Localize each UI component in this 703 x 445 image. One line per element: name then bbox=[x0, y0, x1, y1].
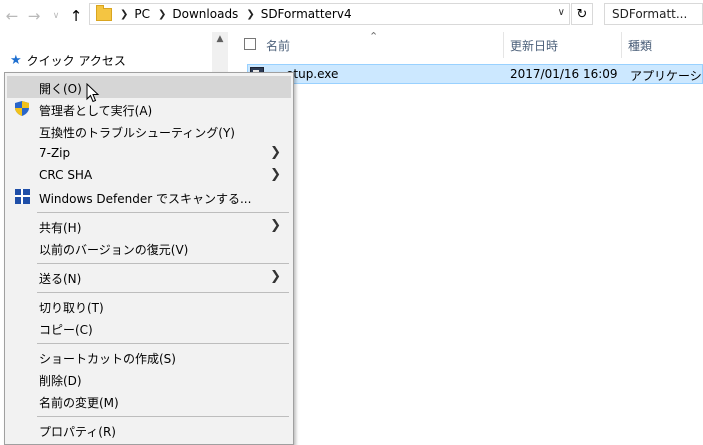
column-header-date[interactable]: 更新日時 bbox=[510, 37, 558, 54]
file-list: 名前 ⌃ 更新日時 種類 etup.exe 2017/01/16 16:09 ア… bbox=[229, 30, 703, 445]
submenu-arrow-icon: ❯ bbox=[270, 218, 281, 233]
search-placeholder: SDFormatt... bbox=[612, 7, 688, 21]
menu-item-label: 管理者として実行(A) bbox=[39, 104, 153, 118]
menu-item-label: 送る(N) bbox=[39, 272, 82, 286]
menu-item-copy[interactable]: コピー(C) bbox=[7, 317, 291, 339]
menu-item-create-shortcut[interactable]: ショートカットの作成(S) bbox=[7, 346, 291, 368]
back-arrow-icon[interactable]: ← bbox=[2, 6, 22, 26]
menu-item-delete[interactable]: 削除(D) bbox=[7, 368, 291, 390]
menu-item-compat-troubleshoot[interactable]: 互換性のトラブルシューティング(Y) bbox=[7, 120, 291, 142]
menu-item-cut[interactable]: 切り取り(T) bbox=[7, 295, 291, 317]
quick-access-label: クイック アクセス bbox=[26, 54, 126, 68]
mouse-cursor-icon bbox=[86, 83, 100, 103]
breadcrumb-chevron-icon[interactable]: ❯ bbox=[158, 9, 166, 20]
navigation-bar: ← → ∨ ↑ ❯ PC ❯ Downloads ❯ SDFormatterv4… bbox=[0, 0, 703, 32]
address-dropdown-icon[interactable]: ∨ bbox=[558, 7, 565, 18]
menu-item-label: ショートカットの作成(S) bbox=[39, 352, 176, 366]
menu-item-label: 以前のバージョンの復元(V) bbox=[39, 243, 189, 257]
folder-icon bbox=[96, 4, 112, 21]
menu-item-label: 7-Zip bbox=[39, 146, 71, 160]
menu-item-restore-previous[interactable]: 以前のバージョンの復元(V) bbox=[7, 237, 291, 259]
search-input[interactable]: SDFormatt... bbox=[604, 3, 703, 25]
menu-item-label: 共有(H) bbox=[39, 221, 82, 235]
menu-item-label: Windows Defender でスキャンする... bbox=[39, 192, 252, 206]
menu-item-label: コピー(C) bbox=[39, 323, 93, 337]
menu-separator bbox=[37, 292, 289, 293]
menu-separator bbox=[37, 263, 289, 264]
up-arrow-icon[interactable]: ↑ bbox=[66, 6, 86, 26]
menu-item-label: CRC SHA bbox=[39, 168, 93, 182]
menu-item-run-as-admin[interactable]: 管理者として実行(A) bbox=[7, 98, 291, 120]
quick-access-item[interactable]: ★ クイック アクセス bbox=[10, 52, 126, 69]
submenu-arrow-icon: ❯ bbox=[270, 269, 281, 284]
column-header-name[interactable]: 名前 bbox=[266, 37, 290, 54]
column-divider[interactable] bbox=[621, 32, 622, 58]
star-icon: ★ bbox=[10, 53, 22, 68]
menu-item-label: プロパティ(R) bbox=[39, 425, 116, 439]
breadcrumb-chevron-icon[interactable]: ❯ bbox=[246, 9, 254, 20]
menu-item-send-to[interactable]: 送る(N) ❯ bbox=[7, 266, 291, 288]
menu-item-properties[interactable]: プロパティ(R) bbox=[7, 419, 291, 441]
file-type: アプリケーション bbox=[630, 69, 703, 83]
menu-item-rename[interactable]: 名前の変更(M) bbox=[7, 390, 291, 412]
address-bar[interactable]: ❯ PC ❯ Downloads ❯ SDFormatterv4 ∨ bbox=[89, 3, 570, 25]
menu-separator bbox=[37, 343, 289, 344]
file-row[interactable]: etup.exe 2017/01/16 16:09 アプリケーション bbox=[247, 64, 703, 84]
column-divider[interactable] bbox=[503, 32, 504, 58]
menu-item-defender-scan[interactable]: Windows Defender でスキャンする... bbox=[7, 186, 291, 208]
column-header-row: 名前 ⌃ 更新日時 種類 bbox=[229, 30, 703, 58]
menu-item-crc-sha[interactable]: CRC SHA ❯ bbox=[7, 164, 291, 186]
refresh-icon[interactable]: ↻ bbox=[571, 3, 593, 25]
recent-locations-chevron-icon[interactable]: ∨ bbox=[46, 6, 66, 26]
menu-item-open[interactable]: 開く(O) bbox=[7, 76, 291, 98]
menu-separator bbox=[37, 212, 289, 213]
breadcrumb-pc[interactable]: PC bbox=[134, 7, 150, 21]
menu-item-label: 開く(O) bbox=[39, 82, 82, 96]
breadcrumb-chevron-icon[interactable]: ❯ bbox=[120, 9, 128, 20]
breadcrumb-downloads[interactable]: Downloads bbox=[172, 7, 238, 21]
menu-item-label: 削除(D) bbox=[39, 374, 82, 388]
windows-defender-icon bbox=[15, 189, 30, 204]
sort-ascending-icon: ⌃ bbox=[369, 30, 379, 43]
menu-item-label: 互換性のトラブルシューティング(Y) bbox=[39, 126, 235, 140]
menu-item-label: 名前の変更(M) bbox=[39, 396, 119, 410]
column-header-type[interactable]: 種類 bbox=[628, 37, 652, 54]
select-all-checkbox[interactable] bbox=[244, 38, 256, 50]
file-date: 2017/01/16 16:09 bbox=[510, 67, 618, 81]
menu-item-label: 切り取り(T) bbox=[39, 301, 104, 315]
submenu-arrow-icon: ❯ bbox=[270, 167, 281, 182]
menu-item-share[interactable]: 共有(H) ❯ bbox=[7, 215, 291, 237]
menu-separator bbox=[37, 416, 289, 417]
context-menu: 開く(O) 管理者として実行(A) 互換性のトラブルシューティング(Y) 7-Z… bbox=[4, 72, 294, 445]
menu-item-7zip[interactable]: 7-Zip ❯ bbox=[7, 142, 291, 164]
scroll-up-icon[interactable]: ▲ bbox=[212, 34, 228, 44]
breadcrumb-sdformatterv4[interactable]: SDFormatterv4 bbox=[261, 7, 352, 21]
forward-arrow-icon[interactable]: → bbox=[24, 6, 44, 26]
submenu-arrow-icon: ❯ bbox=[270, 145, 281, 160]
uac-shield-icon bbox=[15, 101, 29, 116]
